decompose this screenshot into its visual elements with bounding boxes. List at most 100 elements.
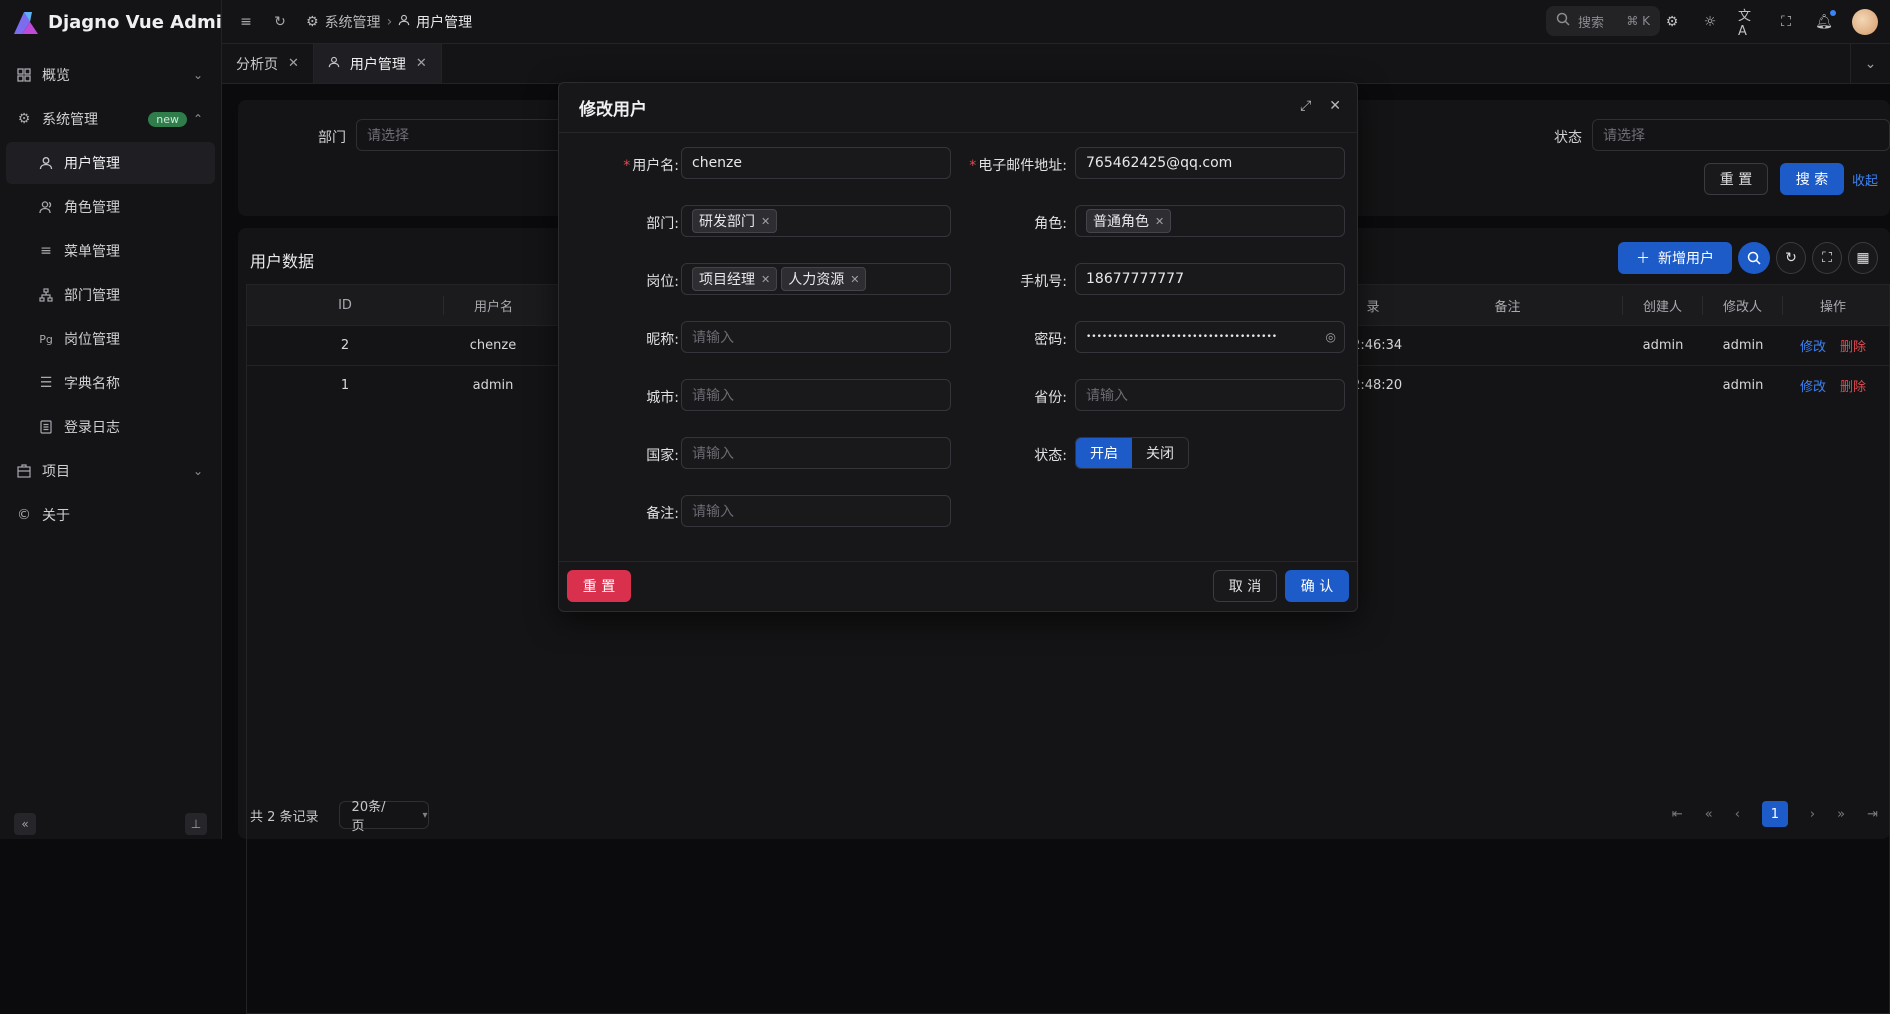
column-header: 修改人 [1703, 296, 1783, 315]
gear-icon: ⚙ [16, 111, 32, 127]
sidebar-item-label: 概览 [42, 65, 70, 85]
table-title: 用户数据 [250, 248, 314, 272]
dept-label: 部门: [559, 213, 679, 233]
status-on-option[interactable]: 开启 [1076, 438, 1132, 468]
password-value: •••••••••••••••••••••••••••••••••••• [1086, 332, 1322, 342]
sidebar-item-about[interactable]: © 关于 [6, 494, 215, 536]
dialog-reset-button[interactable]: 重 置 [567, 570, 631, 602]
plus-icon: ＋ [1636, 248, 1650, 268]
delete-link[interactable]: 删除 [1840, 376, 1866, 395]
filter-search-button[interactable]: 搜 索 [1780, 163, 1844, 195]
post-select[interactable]: 项目经理✕ 人力资源✕ [681, 263, 951, 295]
translate-icon[interactable]: 文A [1738, 12, 1758, 32]
sidebar-item-overview[interactable]: 概览 ⌄ [6, 54, 215, 96]
nickname-field[interactable]: 请输入 [681, 321, 951, 353]
country-field[interactable]: 请输入 [681, 437, 951, 469]
close-icon[interactable]: ✕ [416, 56, 427, 71]
next-page-icon[interactable]: › [1810, 807, 1815, 822]
pin-button[interactable]: ⊥ [185, 813, 207, 835]
page-size-select[interactable]: 20条/页 ▾ [339, 801, 429, 829]
copyright-icon: © [16, 507, 32, 523]
sidebar-item-departments[interactable]: 部门管理 [6, 274, 215, 316]
sidebar-item-posts[interactable]: Pg 岗位管理 [6, 318, 215, 360]
password-field[interactable]: •••••••••••••••••••••••••••••••••••• ◎ [1075, 321, 1345, 353]
cancel-button[interactable]: 取 消 [1213, 570, 1277, 602]
close-icon[interactable]: ✕ [1329, 98, 1341, 114]
next-group-icon[interactable]: » [1837, 807, 1845, 822]
add-user-label: 新增用户 [1658, 248, 1714, 268]
refresh-table-button[interactable]: ↻ [1776, 242, 1806, 274]
prev-page-icon[interactable]: ‹ [1735, 807, 1740, 822]
settings-icon[interactable]: ⚙ [1662, 12, 1682, 32]
eye-off-icon[interactable]: ◎ [1326, 330, 1340, 344]
dialog-header: 修改用户 ⤢ ✕ [559, 83, 1357, 133]
cell-id: 1 [247, 378, 443, 393]
sidebar-item-menus[interactable]: ≡ 菜单管理 [6, 230, 215, 272]
role-tag: 普通角色✕ [1086, 209, 1171, 233]
last-page-icon[interactable]: ⇥ [1867, 807, 1878, 822]
sidebar-item-label: 用户管理 [64, 153, 120, 173]
theme-sun-icon[interactable]: ☼ [1700, 12, 1720, 32]
bell-icon[interactable]: 🔔︎ [1814, 12, 1834, 32]
role-label: 角色: [947, 213, 1067, 233]
phone-field[interactable]: 18677777777 [1075, 263, 1345, 295]
status-toggle: 开启 关闭 [1075, 437, 1189, 469]
table-fullscreen-button[interactable]: ⛶ [1812, 242, 1842, 274]
edit-link[interactable]: 修改 [1800, 336, 1826, 355]
gear-icon: ⚙ [306, 14, 319, 30]
status-filter-label: 状态 [1554, 127, 1582, 147]
first-page-icon[interactable]: ⇤ [1672, 807, 1683, 822]
collapse-filter-link[interactable]: 收起 [1852, 170, 1878, 189]
delete-link[interactable]: 删除 [1840, 336, 1866, 355]
tab-user-management[interactable]: 用户管理 ✕ [314, 44, 442, 83]
global-search[interactable]: 搜索 ⌘ K [1546, 6, 1660, 36]
breadcrumb-current: 用户管理 [416, 12, 472, 32]
column-settings-button[interactable]: ▦ [1848, 242, 1878, 274]
tabs-more-button[interactable]: ⌄ [1850, 44, 1890, 84]
fullscreen-icon[interactable]: ⛶ [1776, 12, 1796, 32]
remark-field[interactable]: 请输入 [681, 495, 951, 527]
column-header: 录 [1353, 296, 1393, 315]
cell-modifier: admin [1703, 338, 1783, 353]
close-icon[interactable]: ✕ [761, 215, 770, 228]
status-off-option[interactable]: 关闭 [1132, 438, 1188, 468]
refresh-icon[interactable]: ↻ [270, 12, 290, 32]
edit-link[interactable]: 修改 [1800, 376, 1826, 395]
role-select[interactable]: 普通角色✕ [1075, 205, 1345, 237]
sidebar-item-label: 部门管理 [64, 285, 120, 305]
collapse-sidebar-button[interactable]: « [14, 813, 36, 835]
confirm-button[interactable]: 确 认 [1285, 570, 1349, 602]
sidebar-item-login-log[interactable]: 登录日志 [6, 406, 215, 448]
search-toggle-button[interactable] [1738, 242, 1770, 274]
close-icon[interactable]: ✕ [850, 273, 859, 286]
sidebar-item-projects[interactable]: 项目 ⌄ [6, 450, 215, 492]
search-icon [1747, 251, 1761, 265]
page-size-value: 20条/页 [352, 796, 393, 834]
breadcrumb-item[interactable]: 系统管理 [325, 12, 381, 32]
edit-user-dialog: 修改用户 ⤢ ✕ *用户名: chenze *电子邮件地址: 765462425… [558, 82, 1358, 612]
filter-reset-button[interactable]: 重 置 [1704, 163, 1768, 195]
add-user-button[interactable]: ＋ 新增用户 [1618, 242, 1732, 274]
avatar[interactable] [1852, 9, 1878, 35]
dept-filter-label: 部门 [318, 127, 346, 147]
menu-toggle-icon[interactable]: ≡ [236, 12, 256, 32]
status-filter-select[interactable]: 请选择 [1592, 119, 1890, 151]
dept-select[interactable]: 研发部门✕ [681, 205, 951, 237]
sidebar-item-users[interactable]: 用户管理 [6, 142, 215, 184]
email-field[interactable]: 765462425@qq.com [1075, 147, 1345, 179]
city-field[interactable]: 请输入 [681, 379, 951, 411]
prev-group-icon[interactable]: « [1705, 807, 1713, 822]
sidebar-item-system[interactable]: ⚙ 系统管理 new ⌃ [6, 98, 215, 140]
tab-analysis[interactable]: 分析页 ✕ [222, 44, 314, 83]
sidebar-item-dictionary[interactable]: ☰ 字典名称 [6, 362, 215, 404]
sidebar-item-roles[interactable]: 角色管理 [6, 186, 215, 228]
close-icon[interactable]: ✕ [761, 273, 770, 286]
close-icon[interactable]: ✕ [288, 56, 299, 71]
dialog-title: 修改用户 [579, 95, 647, 120]
country-label: 国家: [559, 445, 679, 465]
dashboard-icon [16, 67, 32, 83]
close-icon[interactable]: ✕ [1155, 215, 1164, 228]
expand-icon[interactable]: ⤢ [1300, 98, 1311, 114]
province-field[interactable]: 请输入 [1075, 379, 1345, 411]
page-number[interactable]: 1 [1762, 801, 1788, 827]
